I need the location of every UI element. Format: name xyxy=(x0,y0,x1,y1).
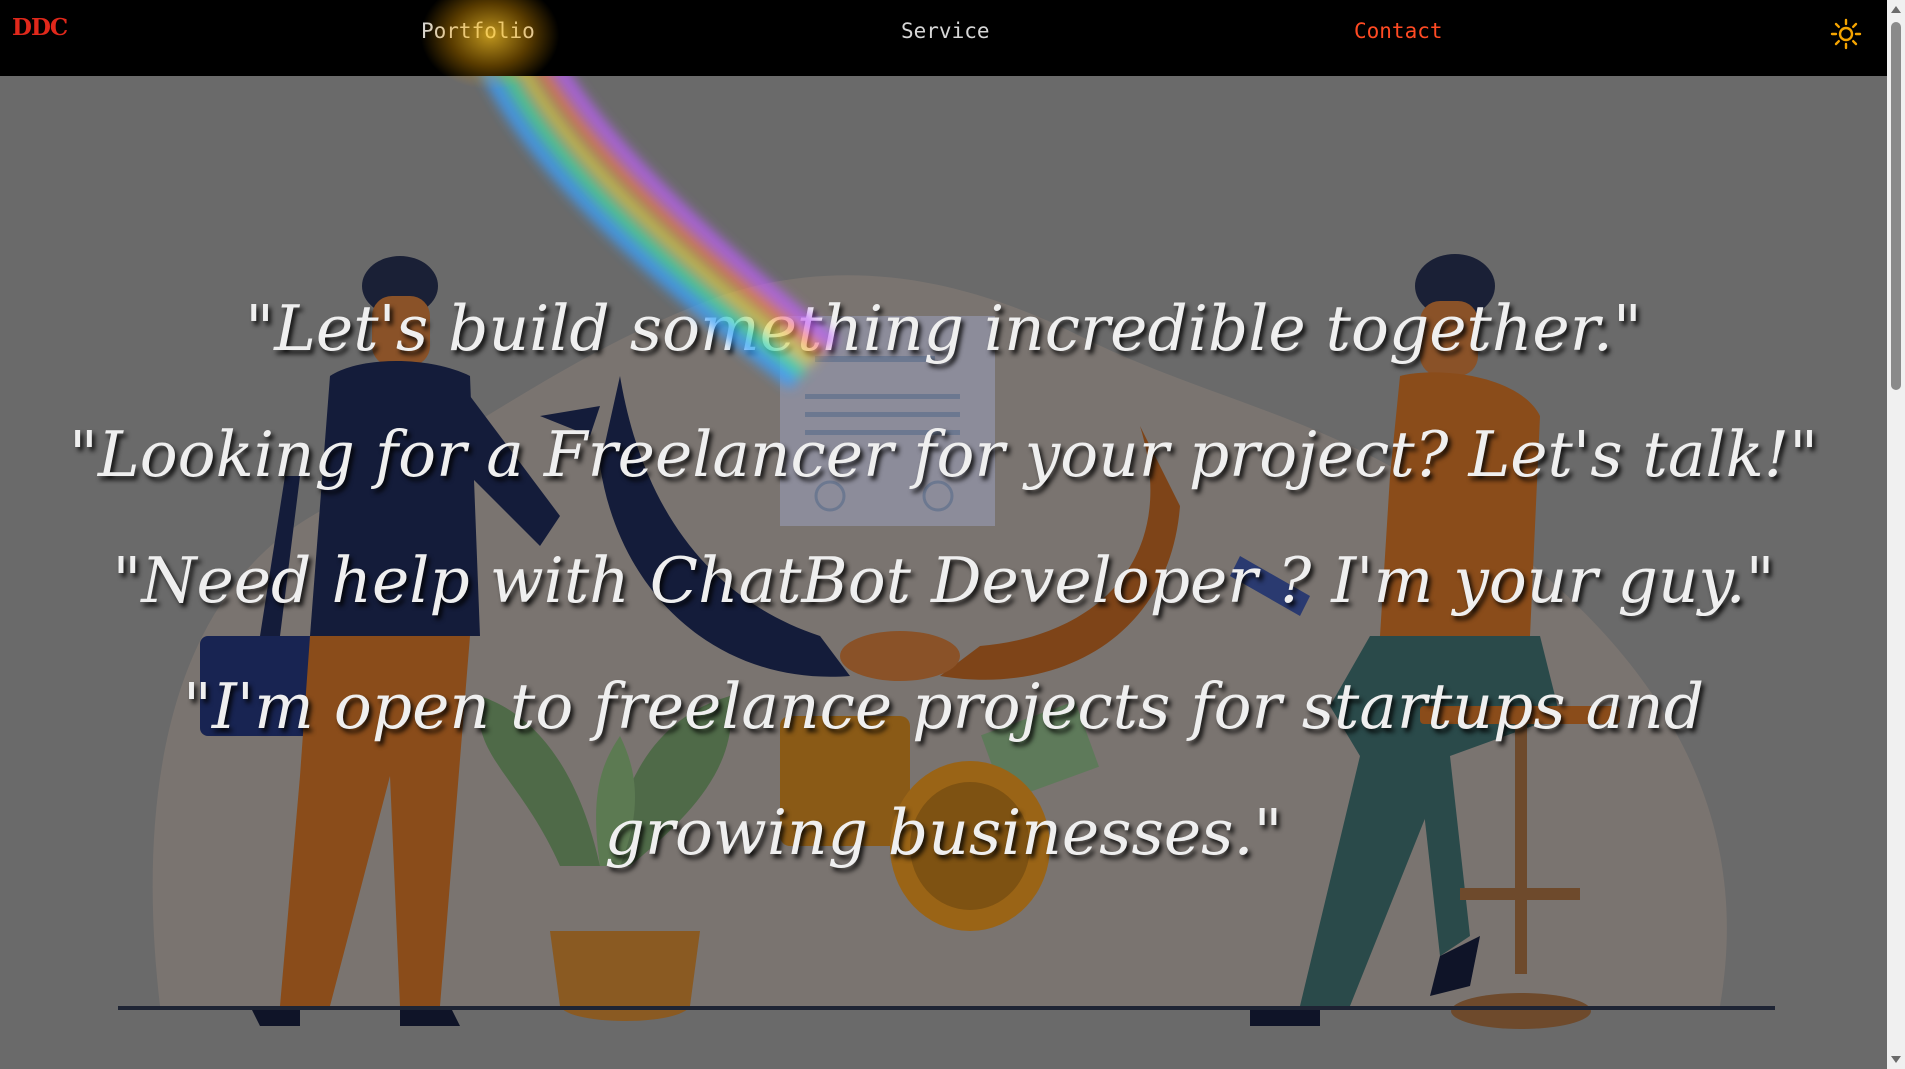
hero-quote: "Need help with ChatBot Developer ? I'm … xyxy=(112,544,1775,617)
logo[interactable]: DDC xyxy=(12,14,68,41)
nav-link-contact[interactable]: Contact xyxy=(1354,19,1443,43)
nav-link-portfolio[interactable]: Portfolio xyxy=(421,19,535,43)
scrollbar[interactable] xyxy=(1887,0,1905,1069)
scroll-up-arrow-icon[interactable] xyxy=(1891,6,1901,13)
theme-toggle-button[interactable] xyxy=(1830,18,1862,50)
hero-section: "Let's build something incredible togeth… xyxy=(0,76,1887,1069)
scrollbar-thumb[interactable] xyxy=(1891,22,1901,390)
navbar: DDC Portfolio Service Contact xyxy=(0,0,1887,76)
scroll-down-arrow-icon[interactable] xyxy=(1891,1056,1901,1063)
sun-icon xyxy=(1830,18,1862,50)
nav-link-service[interactable]: Service xyxy=(901,19,990,43)
hero-quote: "Let's build something incredible togeth… xyxy=(245,292,1642,365)
page: DDC Portfolio Service Contact "Let's bui… xyxy=(0,0,1905,1069)
hero-quote: "Looking for a Freelancer for your proje… xyxy=(68,418,1819,491)
hero-quotes: "Let's build something incredible togeth… xyxy=(60,266,1827,896)
hero-quote: "I'm open to freelance projects for star… xyxy=(182,670,1705,869)
